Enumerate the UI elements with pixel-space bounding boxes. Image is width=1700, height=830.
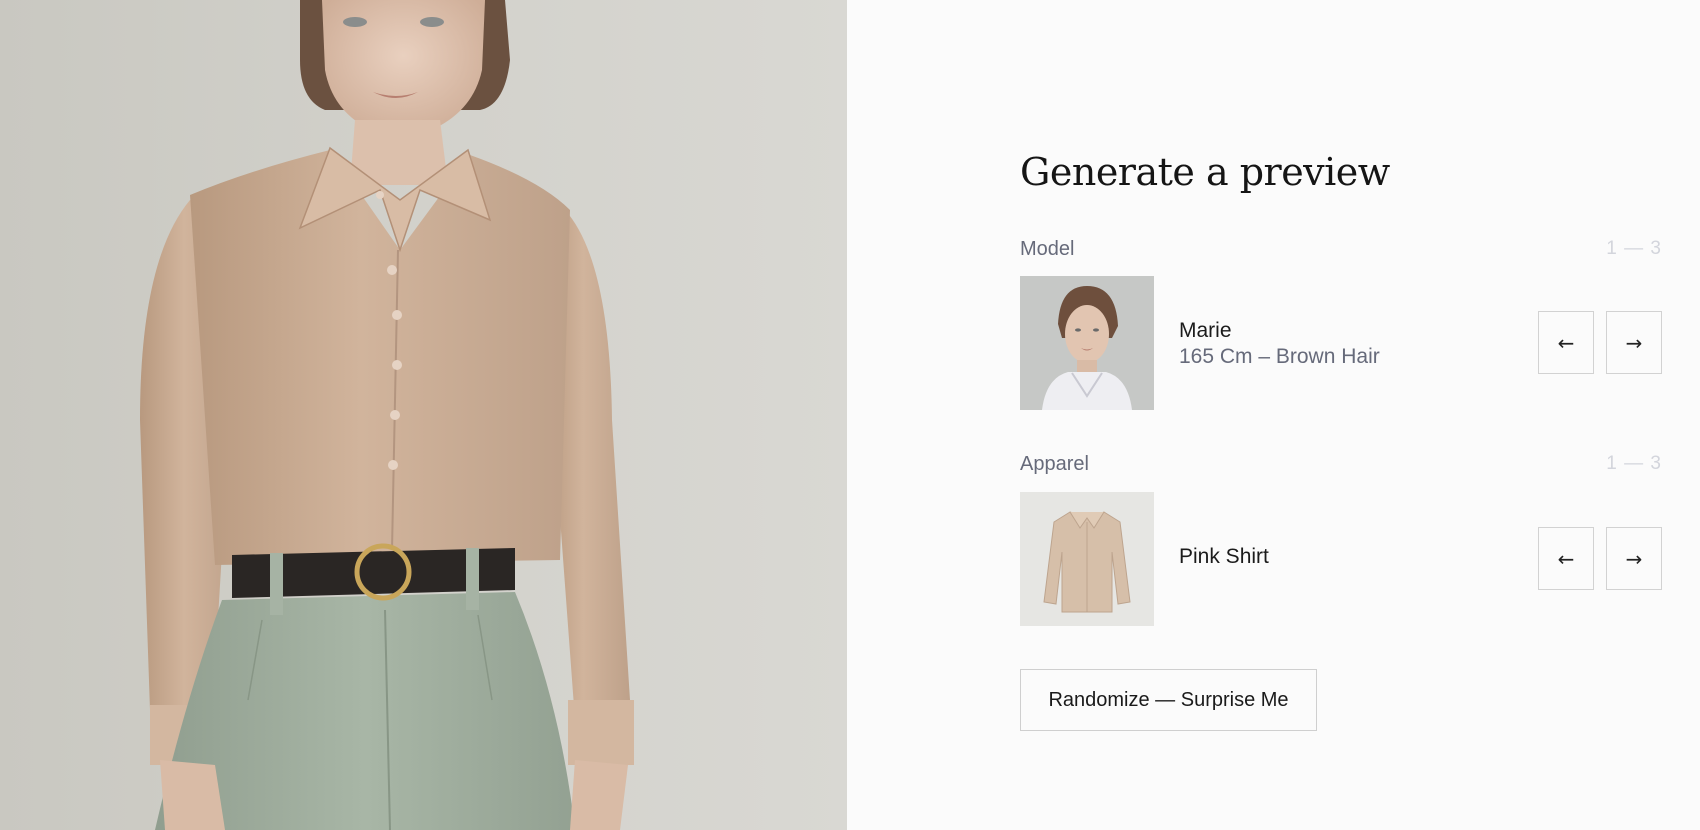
hero-model-image [0,0,847,830]
model-avatar-image [1020,276,1154,410]
model-thumbnail [1020,276,1154,410]
apparel-count: 1 — 3 [1606,453,1662,474]
model-next-button[interactable]: → [1606,311,1662,374]
shirt-image [1020,492,1154,626]
model-count: 1 — 3 [1606,238,1662,259]
preview-panel: Generate a preview Model 1 — 3 Marie 165… [847,0,1700,830]
apparel-name: Pink Shirt [1179,545,1269,568]
page-title: Generate a preview [1020,150,1390,194]
apparel-next-button[interactable]: → [1606,527,1662,590]
hero-illustration [140,0,634,830]
apparel-prev-button[interactable]: ← [1538,527,1594,590]
randomize-button[interactable]: Randomize — Surprise Me [1020,669,1317,731]
model-prev-button[interactable]: ← [1538,311,1594,374]
model-name: Marie [1179,319,1232,342]
model-details: 165 Cm – Brown Hair [1179,345,1380,368]
apparel-section-label: Apparel [1020,453,1089,475]
apparel-thumbnail [1020,492,1154,626]
model-section-label: Model [1020,238,1075,260]
